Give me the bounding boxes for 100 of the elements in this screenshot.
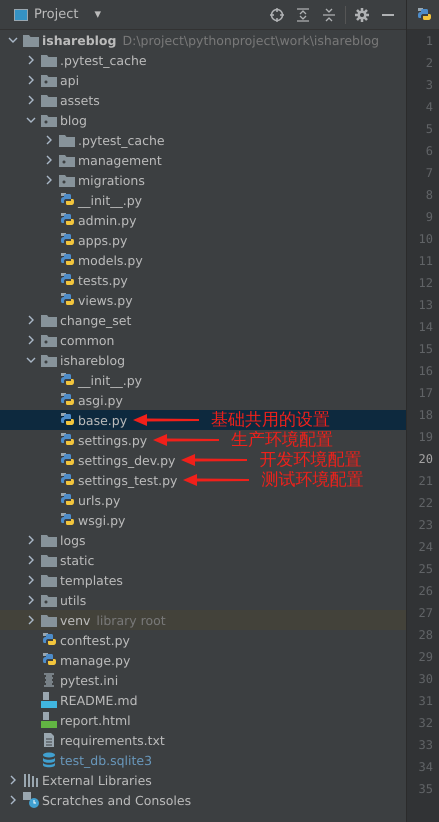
tree-row[interactable]: blog [0,110,406,130]
tree-row[interactable]: change_set [0,310,406,330]
package-folder-icon [41,74,57,86]
text-file-icon [43,732,55,748]
python-file-icon [60,372,74,388]
file-name: manage.py [60,652,130,668]
file-name: Scratches and Consoles [42,792,192,808]
folder-icon [41,314,57,326]
file-name: pytest.ini [60,672,118,688]
file-name: utils [60,592,86,608]
tree-row[interactable]: settings_dev.py 开发环境配置 [0,450,406,470]
tree-row[interactable]: migrations [0,170,406,190]
folder-icon [41,94,57,106]
library-icon [23,773,39,787]
tree-row[interactable]: .pytest_cache [0,130,406,150]
tree-row[interactable]: management [0,150,406,170]
tree-row[interactable]: README.md [0,690,406,710]
file-name: __init__.py [78,372,142,388]
tree-row[interactable]: static [0,550,406,570]
tree-row[interactable]: External Libraries [0,770,406,790]
file-name: .pytest_cache [78,132,165,148]
tree-row[interactable]: wsgi.py [0,510,406,530]
python-file-icon [60,392,74,408]
tree-row[interactable]: common [0,330,406,350]
tree-row[interactable]: venv library root [0,610,406,630]
tree-row[interactable]: Scratches and Consoles [0,790,406,810]
python-file-icon [60,472,74,488]
folder-icon [41,614,57,626]
tree-row[interactable]: logs [0,530,406,550]
path-note: library root [96,612,166,628]
python-file-icon [42,632,56,648]
file-name: models.py [78,252,143,268]
file-name: ishareblog [42,32,116,48]
file-name: assets [60,92,100,108]
tree-row[interactable]: settings.py 生产环境配置 [0,430,406,450]
tree-row[interactable]: api [0,70,406,90]
file-name: management [78,152,162,168]
file-name: api [60,72,80,88]
tree-row[interactable]: settings_test.py 测试环境配置 [0,470,406,490]
file-name: External Libraries [42,772,152,788]
package-folder-icon [41,354,57,366]
tree-row[interactable]: manage.py [0,650,406,670]
tree-row[interactable]: urls.py [0,490,406,510]
file-name: settings_dev.py [78,452,176,468]
package-folder-icon [41,334,57,346]
tree-row[interactable]: asgi.py [0,390,406,410]
chevron-down-icon[interactable] [26,115,36,125]
annotation-arrow [133,414,200,426]
chevron-down-icon[interactable] [26,355,36,365]
python-file-icon [60,212,74,228]
annotation-text: 生产环境配置 [231,430,334,450]
annotation-text: 基础共用的设置 [211,410,330,430]
file-name: report.html [60,712,131,728]
python-file-icon [417,6,432,22]
tree-row[interactable]: assets [0,90,406,110]
dropdown-caret[interactable]: ▾ [94,7,102,22]
python-file-icon [60,272,74,288]
panel-title[interactable]: Project [34,7,78,22]
file-name: .pytest_cache [60,52,147,68]
file-name: views.py [78,292,133,308]
tree-row[interactable]: tests.py [0,270,406,290]
tree-row[interactable]: report.html [0,710,406,730]
tree-row[interactable]: apps.py [0,230,406,250]
html-file-icon [41,712,57,728]
tree-row[interactable]: ishareblog D:\project\pythonproject\work\ishareblog [0,30,406,50]
settings-file-icon [43,673,55,687]
python-file-icon [60,432,74,448]
folder-icon [41,554,57,566]
line-number: 20 [418,451,434,468]
file-name: asgi.py [78,392,123,408]
python-file-icon [60,492,74,508]
package-folder-icon [59,154,75,166]
tree-row[interactable]: templates [0,570,406,590]
tree-row[interactable]: admin.py [0,210,406,230]
tree-row[interactable]: views.py [0,290,406,310]
scratch-clock-icon [23,792,39,808]
tree-row[interactable]: conftest.py [0,630,406,650]
tree-row[interactable]: __init__.py [0,370,406,390]
tree-row[interactable]: pytest.ini [0,670,406,690]
chevron-down-icon[interactable] [8,35,18,45]
file-name: README.md [60,692,138,708]
file-name: wsgi.py [78,512,126,528]
python-file-icon [60,192,74,208]
tree-row[interactable]: __init__.py [0,190,406,210]
folder-icon [41,534,57,546]
tree-row[interactable]: utils [0,590,406,610]
tree-row[interactable]: ishareblog [0,350,406,370]
tree-row[interactable]: requirements.txt [0,730,406,750]
tree-row[interactable]: test_db.sqlite3 [0,750,406,770]
file-name: tests.py [78,272,128,288]
file-name: base.py [78,412,128,428]
python-file-icon [60,252,74,268]
file-name: logs [60,532,86,548]
tree-row[interactable]: models.py [0,250,406,270]
file-name: conftest.py [60,632,130,648]
package-folder-icon [59,174,75,186]
tree-row[interactable]: base.py 基础共用的设置 [0,410,406,430]
python-file-icon [60,232,74,248]
file-name: venv [60,612,90,628]
tree-row[interactable]: .pytest_cache [0,50,406,70]
